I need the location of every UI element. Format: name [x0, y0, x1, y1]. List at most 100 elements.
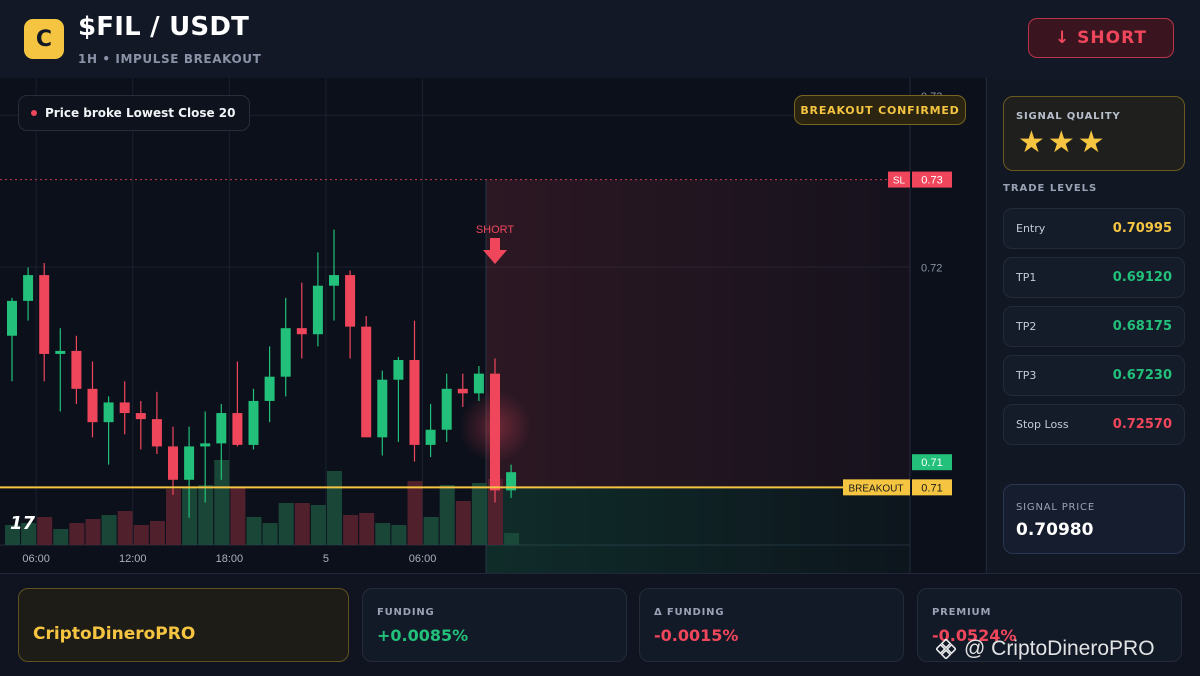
x-tick-label: 12:00 [119, 553, 147, 565]
candle-body [184, 446, 195, 480]
y-tick-label: 0.72 [921, 263, 942, 275]
level-value: 0.67230 [1112, 368, 1172, 383]
volume-bar [53, 529, 69, 545]
breakout-reason-badge: Price broke Lowest Close 20 [18, 95, 251, 131]
volume-bar [262, 523, 278, 545]
status-dot-icon [31, 110, 37, 116]
candle-body [168, 446, 178, 480]
price-chart-panel: SHORT06:0012:0018:00506:000.730.72SL0.73… [0, 78, 985, 573]
funding-card: FUNDING +0.0085% [362, 588, 627, 662]
candle-body [119, 402, 130, 414]
candle-body [280, 328, 291, 377]
volume-bar [246, 517, 262, 545]
level-label: Entry [1016, 222, 1046, 235]
volume-bar [343, 515, 359, 545]
funding-label: FUNDING [377, 607, 435, 618]
level-stop-loss[interactable]: Stop Loss 0.72570 [1003, 404, 1185, 445]
candle-body [409, 360, 420, 445]
delta-funding-card: Δ FUNDING -0.0015% [639, 588, 904, 662]
candle-body [87, 388, 98, 423]
candle-body [103, 402, 114, 423]
volume-bar [117, 511, 133, 545]
candle-body [377, 379, 388, 438]
candle-body [457, 388, 468, 394]
level-value: 0.68175 [1112, 319, 1172, 334]
short-signal-button[interactable]: ↓ SHORT [1028, 18, 1174, 58]
candle-body [151, 419, 162, 447]
level-label: TP3 [1016, 369, 1037, 382]
x-tick-label: 06:00 [22, 553, 50, 565]
candlestick-chart[interactable]: SHORT06:0012:0018:00506:000.730.72SL0.73… [0, 78, 985, 573]
x-tick-label: 06:00 [409, 553, 437, 565]
volume-bar [407, 481, 423, 545]
level-tp3[interactable]: TP3 0.67230 [1003, 355, 1185, 396]
candle-body [473, 373, 484, 394]
volume-bar [423, 517, 439, 545]
volume-bar [85, 519, 101, 545]
candle-body [296, 328, 307, 335]
level-entry[interactable]: Entry 0.70995 [1003, 208, 1185, 249]
level-value: 0.72570 [1112, 417, 1172, 432]
brand-card: CriptoDineroPRO [18, 588, 349, 662]
candle-body [71, 350, 82, 389]
candle-body [490, 373, 500, 491]
breakout-value-tag: 0.71 [921, 482, 942, 494]
signal-price-label: SIGNAL PRICE [1016, 502, 1095, 513]
binance-logo-icon [936, 639, 956, 659]
candle-body [200, 443, 211, 447]
volume-bar [327, 471, 342, 545]
candle-body [55, 350, 66, 354]
tradingview-logo-icon: 17 [10, 513, 36, 534]
delta-funding-label: Δ FUNDING [654, 607, 725, 618]
stop-loss-zone [486, 179, 910, 488]
signal-price-value: 0.70980 [1016, 520, 1094, 540]
candle-body [232, 413, 243, 445]
candle-body [216, 413, 227, 444]
level-label: Stop Loss [1016, 418, 1069, 431]
candle-body [39, 275, 50, 354]
volume-bar [294, 503, 310, 545]
watermark-text: @ CriptoDineroPRO [964, 637, 1155, 660]
current-price-tag: 0.71 [921, 457, 942, 469]
volume-bar [166, 489, 181, 545]
candle-body [361, 326, 372, 438]
funding-value: +0.0085% [377, 626, 469, 645]
candle-body [425, 429, 436, 445]
star-rating-icon: ★★★ [1018, 125, 1108, 160]
page-title: $FIL / USDT [78, 12, 250, 42]
volume-bar [310, 505, 326, 545]
volume-bar [149, 521, 165, 545]
take-profit-zone [486, 487, 910, 573]
candle-body [345, 275, 356, 327]
trade-levels-heading: TRADE LEVELS [1003, 183, 1098, 194]
level-label: TP2 [1016, 320, 1037, 333]
candle-body [312, 285, 323, 335]
volume-bar [278, 503, 294, 545]
volume-bar [375, 523, 391, 545]
x-tick-label: 18:00 [216, 553, 244, 565]
candle-body [135, 413, 146, 420]
footer: CriptoDineroPRO FUNDING +0.0085% Δ FUNDI… [0, 573, 1200, 676]
candle-body [329, 275, 339, 286]
volume-bar [230, 487, 246, 545]
level-tp2[interactable]: TP2 0.68175 [1003, 306, 1185, 347]
level-tp1[interactable]: TP1 0.69120 [1003, 257, 1185, 298]
brand-name: CriptoDineroPRO [33, 624, 196, 644]
candle-body [264, 376, 275, 401]
watermark: @ CriptoDineroPRO [936, 637, 1155, 661]
brand-logo-icon: C [24, 19, 64, 59]
candle-body [7, 300, 17, 336]
breakout-tag-label: BREAKOUT [848, 483, 903, 494]
breakout-confirmed-badge: BREAKOUT CONFIRMED [794, 95, 966, 125]
level-label: TP1 [1016, 271, 1037, 284]
signal-side-panel: SIGNAL QUALITY ★★★ TRADE LEVELS Entry 0.… [986, 78, 1200, 573]
header: C $FIL / USDT 1H • IMPULSE BREAKOUT ↓ SH… [0, 0, 1200, 79]
sl-tag-label: SL [893, 176, 906, 187]
x-tick-label: 5 [323, 553, 329, 565]
candle-body [441, 388, 452, 430]
short-marker-label: SHORT [476, 224, 515, 236]
volume-bar [133, 525, 149, 545]
candle-body [23, 275, 34, 301]
delta-funding-value: -0.0015% [654, 626, 739, 645]
level-value: 0.69120 [1112, 270, 1172, 285]
